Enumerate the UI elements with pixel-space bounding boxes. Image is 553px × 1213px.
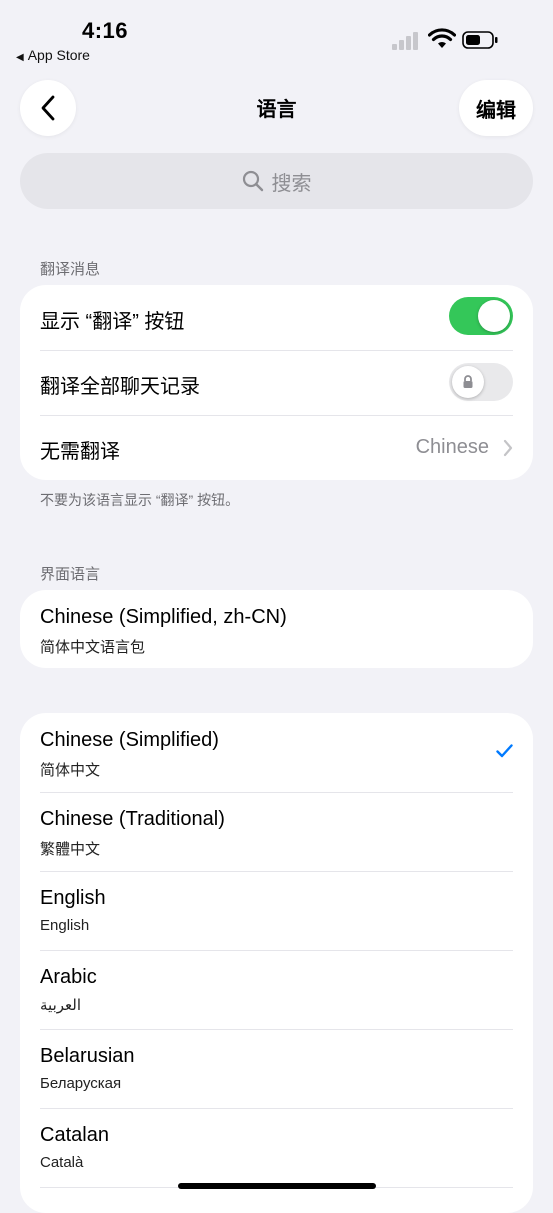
language-row-chinese-simplified[interactable]: Chinese (Simplified) 简体中文 bbox=[20, 713, 533, 792]
language-native: العربية bbox=[40, 997, 81, 1014]
back-to-app-link[interactable]: ◀ App Store bbox=[16, 47, 90, 63]
interface-language-native: 简体中文语言包 bbox=[40, 639, 146, 656]
battery-icon bbox=[462, 31, 498, 49]
language-native: Català bbox=[40, 1154, 84, 1171]
language-native: 繁體中文 bbox=[40, 841, 101, 858]
interface-language-name: Chinese (Simplified, zh-CN) bbox=[40, 606, 287, 628]
language-native: English bbox=[40, 917, 90, 934]
no-translate-label: 无需翻译 bbox=[40, 441, 120, 463]
language-row-english[interactable]: English English bbox=[20, 871, 533, 950]
language-name: Chinese (Traditional) bbox=[40, 808, 225, 830]
language-name: Belarusian bbox=[40, 1045, 135, 1067]
show-translate-button-label: 显示 “翻译” 按钮 bbox=[40, 311, 185, 333]
interface-section-header: 界面语言 bbox=[40, 566, 101, 583]
language-name: Arabic bbox=[40, 966, 97, 988]
language-row-belarusian[interactable]: Belarusian Беларуская bbox=[20, 1029, 533, 1108]
language-native: Беларуская bbox=[40, 1075, 122, 1092]
back-app-label: App Store bbox=[27, 47, 90, 63]
language-row-catalan[interactable]: Catalan Català bbox=[20, 1108, 533, 1187]
translate-all-row[interactable]: 翻译全部聊天记录 bbox=[20, 350, 533, 415]
language-row-chinese-traditional[interactable]: Chinese (Traditional) 繁體中文 bbox=[20, 792, 533, 871]
search-icon bbox=[242, 170, 263, 192]
toggle-knob bbox=[478, 300, 510, 332]
show-translate-button-toggle[interactable] bbox=[449, 297, 513, 335]
checkmark-icon bbox=[496, 744, 513, 758]
chevron-right-icon bbox=[503, 439, 513, 457]
language-name: English bbox=[40, 887, 106, 909]
translate-footnote: 不要为该语言显示 “翻译” 按钮。 bbox=[40, 492, 240, 508]
search-placeholder: 搜索 bbox=[271, 172, 312, 195]
search-field[interactable]: 搜索 bbox=[20, 153, 533, 209]
language-list: Chinese (Simplified) 简体中文 Chinese (Tradi… bbox=[20, 713, 533, 1213]
translate-section-header: 翻译消息 bbox=[40, 261, 101, 278]
lock-icon bbox=[463, 375, 473, 388]
translate-all-toggle[interactable] bbox=[449, 363, 513, 401]
interface-language-card[interactable]: Chinese (Simplified, zh-CN) 简体中文语言包 bbox=[20, 590, 533, 668]
wifi-icon bbox=[428, 28, 456, 48]
show-translate-button-row[interactable]: 显示 “翻译” 按钮 bbox=[20, 285, 533, 350]
language-name: Catalan bbox=[40, 1124, 109, 1146]
no-translate-value: Chinese bbox=[415, 436, 489, 458]
translate-settings-card: 显示 “翻译” 按钮 翻译全部聊天记录 无需翻译 Chinese bbox=[20, 285, 533, 480]
toggle-knob bbox=[452, 366, 484, 398]
home-indicator[interactable] bbox=[178, 1183, 376, 1189]
language-native: 简体中文 bbox=[40, 762, 101, 779]
language-row-arabic[interactable]: Arabic العربية bbox=[20, 950, 533, 1029]
status-time: 4:16 bbox=[82, 18, 129, 43]
no-translate-row[interactable]: 无需翻译 Chinese bbox=[20, 415, 533, 480]
language-name: Chinese (Simplified) bbox=[40, 729, 219, 751]
cellular-signal-icon bbox=[392, 30, 420, 50]
edit-button[interactable]: 编辑 bbox=[459, 80, 533, 136]
translate-all-label: 翻译全部聊天记录 bbox=[40, 376, 200, 398]
back-triangle-icon: ◀ bbox=[16, 52, 24, 63]
